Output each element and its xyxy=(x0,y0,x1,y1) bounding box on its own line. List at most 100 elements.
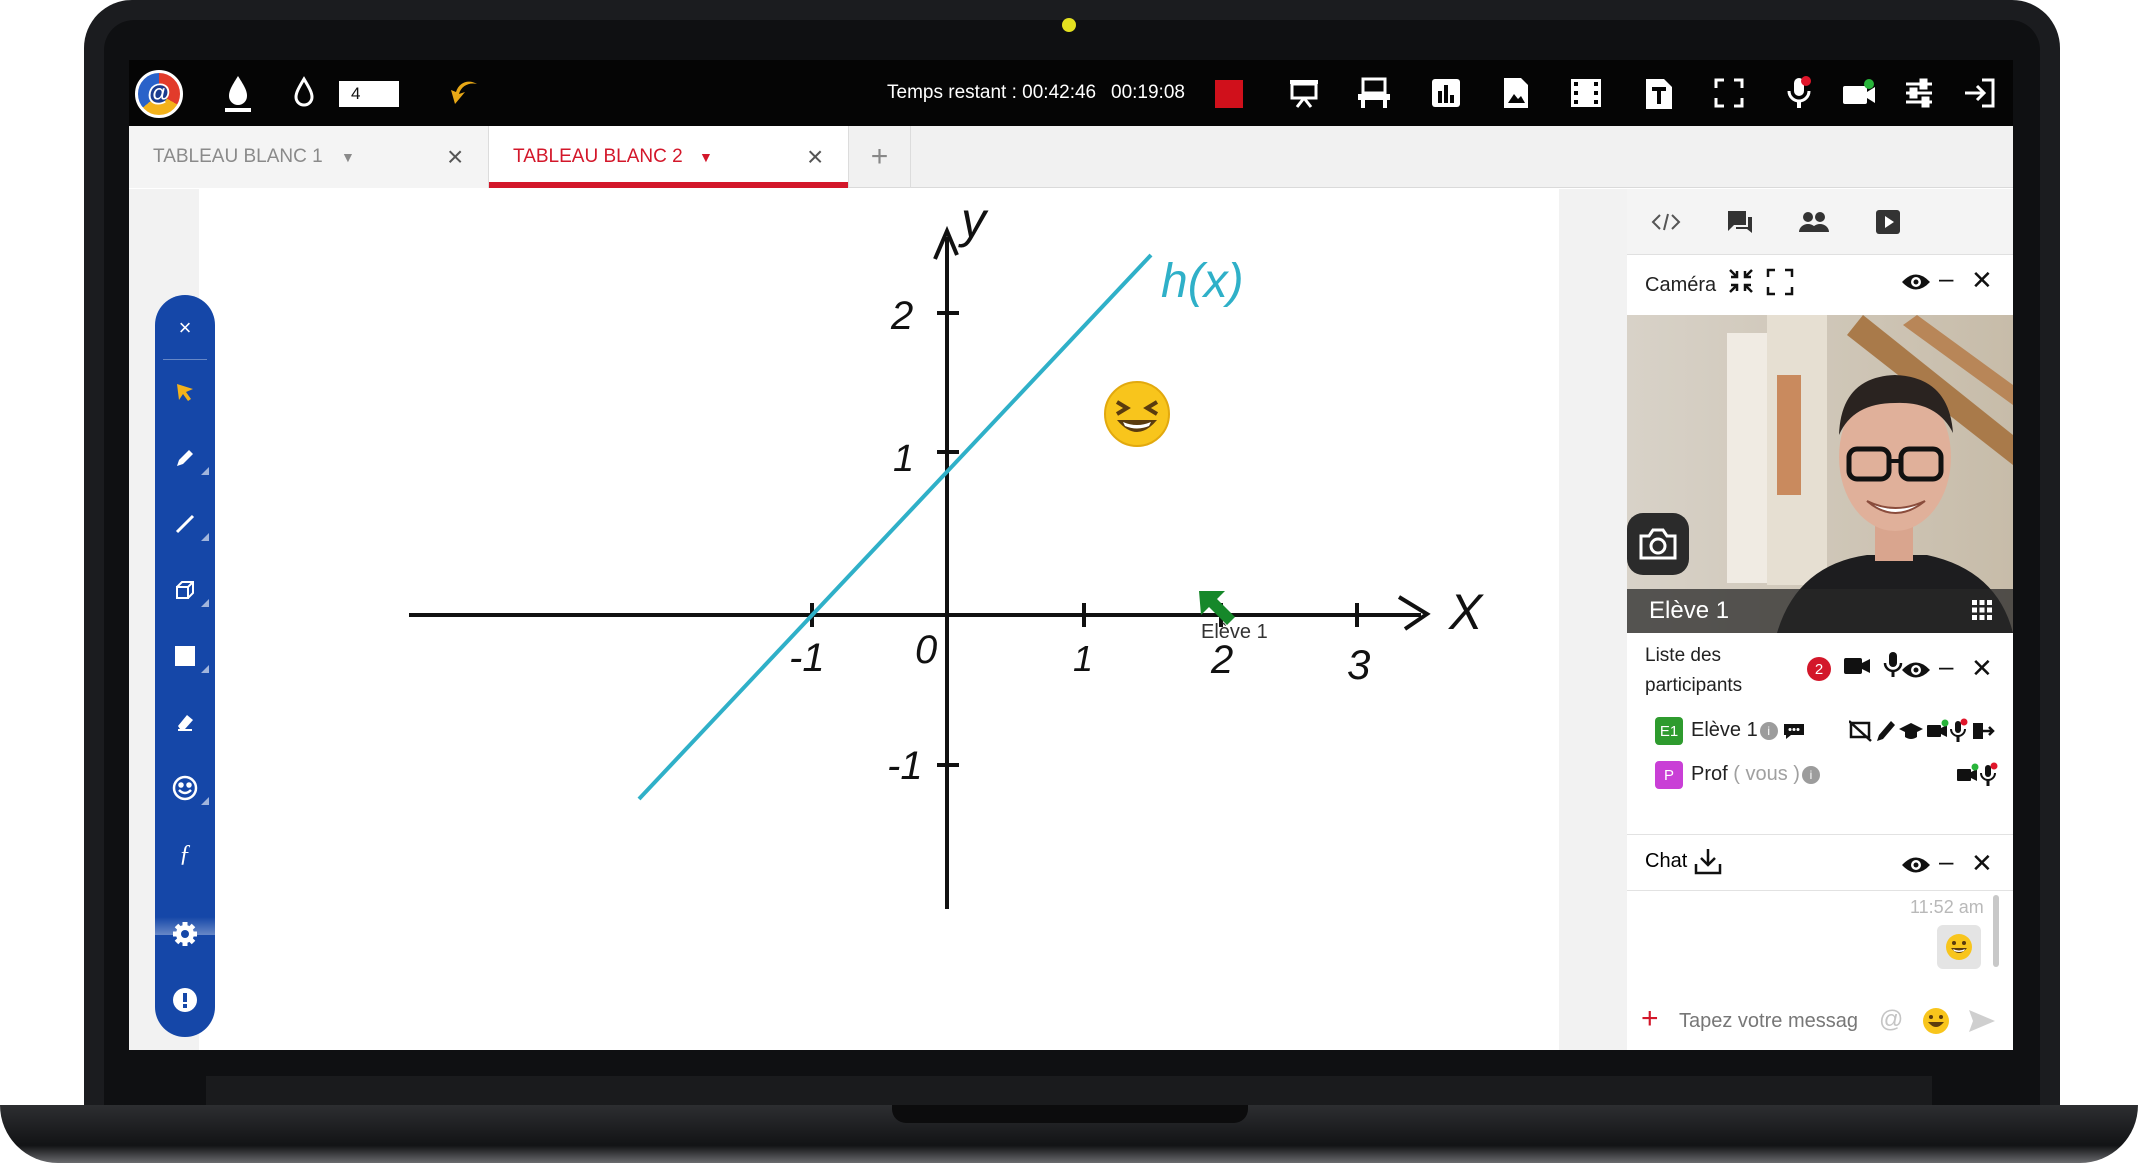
settings-sliders-icon[interactable] xyxy=(1894,60,1944,126)
chat-title: Chat xyxy=(1645,850,1688,872)
thickness-input[interactable]: 4 xyxy=(339,81,399,107)
presentation-board-icon[interactable] xyxy=(1279,60,1329,126)
laughing-emoji-icon xyxy=(1104,381,1170,447)
submenu-indicator xyxy=(201,533,209,541)
image-file-icon[interactable] xyxy=(1491,60,1541,126)
shrink-icon[interactable] xyxy=(1727,267,1755,302)
x-tick-label: 1 xyxy=(1073,638,1093,679)
submenu-indicator xyxy=(201,797,209,805)
remaining-time: Temps restant : 00:42:46 xyxy=(887,82,1097,103)
camera-all-icon[interactable] xyxy=(1843,653,1871,684)
participant-name-text: Elève 1 xyxy=(1691,719,1758,741)
line-icon[interactable] xyxy=(155,499,215,549)
whiteboard-tabs: TABLEAU BLANC 1 ▼ × TABLEAU BLANC 2 ▼ × … xyxy=(129,126,2013,188)
classroom-desk-icon[interactable] xyxy=(1349,60,1399,126)
close-icon[interactable]: × xyxy=(155,303,215,353)
chart-poll-icon[interactable] xyxy=(1421,60,1471,126)
eye-icon[interactable] xyxy=(1901,657,1931,688)
fullscreen-icon[interactable] xyxy=(1704,60,1754,126)
mention-at-icon[interactable]: @ xyxy=(1879,1006,1903,1034)
close-icon[interactable]: × xyxy=(807,141,823,173)
camera-permission-icon xyxy=(1957,763,1979,781)
snapshot-button[interactable] xyxy=(1627,513,1689,575)
graph-drawing: y X h(x) -1 0 1 2 3 2 1 -1 xyxy=(409,192,1484,909)
x-tick-label: 2 xyxy=(1210,638,1233,682)
send-icon[interactable] xyxy=(1967,1008,1997,1034)
tab-whiteboard-1[interactable]: TABLEAU BLANC 1 ▼ × xyxy=(129,126,489,188)
participant-row[interactable]: P Prof ( vous ) i xyxy=(1627,755,2013,795)
laptop-mockup: @ 4 Temps restant : 00:42:46 00:19:08 TA… xyxy=(0,0,2138,1163)
tab-caret-icon[interactable]: ▼ xyxy=(341,149,355,165)
transparency-drop-icon[interactable] xyxy=(279,60,329,126)
pointer-icon[interactable] xyxy=(155,367,215,417)
code-embed-icon[interactable] xyxy=(1631,189,1701,255)
eye-icon[interactable] xyxy=(1901,269,1931,300)
close-icon[interactable]: ✕ xyxy=(1971,653,1993,684)
microphone-all-icon[interactable] xyxy=(1883,651,1903,686)
tools-divider xyxy=(163,359,207,360)
chat-section-header: Chat – ✕ xyxy=(1627,834,2013,890)
chat-bubbles-icon[interactable] xyxy=(1705,189,1775,255)
grid-menu-icon[interactable] xyxy=(1971,599,1993,621)
rectangle-icon[interactable] xyxy=(155,631,215,681)
y-tick-label: 2 xyxy=(890,294,913,338)
ink-color-icon[interactable] xyxy=(213,60,263,126)
info-icon[interactable]: i xyxy=(1801,765,1820,784)
alert-icon[interactable] xyxy=(155,975,215,1025)
eye-icon[interactable] xyxy=(1901,852,1931,883)
video-film-icon[interactable] xyxy=(1561,60,1611,126)
record-stop-button[interactable] xyxy=(1215,80,1243,108)
laptop-notch xyxy=(892,1105,1248,1123)
undo-arrow-icon[interactable] xyxy=(439,60,489,126)
chat-scrollbar[interactable] xyxy=(1993,895,1999,967)
microphone-icon[interactable] xyxy=(1774,60,1824,126)
tab-whiteboard-2[interactable]: TABLEAU BLANC 2 ▼ × xyxy=(489,126,849,188)
gear-icon[interactable] xyxy=(155,909,215,959)
tab-label: TABLEAU BLANC 1 xyxy=(153,146,323,167)
message-icon[interactable] xyxy=(1783,722,1805,740)
whiteboard-canvas[interactable]: y X h(x) -1 0 1 2 3 2 1 -1 Elève 1 xyxy=(199,189,1559,1050)
camera-toggle-icon[interactable] xyxy=(1834,60,1884,126)
chat-message-input[interactable]: Tapez votre messag xyxy=(1679,1010,1859,1033)
participant-row[interactable]: E1 Elève 1i xyxy=(1627,711,2013,751)
participant-name-text: Prof xyxy=(1691,763,1728,785)
expand-icon[interactable] xyxy=(1765,267,1795,304)
close-icon[interactable]: ✕ xyxy=(1971,848,1993,879)
participants-icon[interactable] xyxy=(1779,189,1849,255)
minimize-icon[interactable]: – xyxy=(1939,651,1953,682)
laptop-hinge xyxy=(206,1076,1932,1106)
student-cursor-label: Elève 1 xyxy=(1201,621,1268,643)
right-panel: Caméra – ✕ Elève 1 Liste des participant… xyxy=(1627,189,2013,1050)
chat-input-bar: + Tapez votre messag @ xyxy=(1627,992,2013,1050)
elapsed-time: 00:19:08 xyxy=(1111,82,1185,103)
microphone-permission-icon xyxy=(1980,762,1998,786)
add-tab-button[interactable]: + xyxy=(849,126,911,188)
panel-gutter xyxy=(1559,189,1627,1050)
pen-icon[interactable] xyxy=(155,433,215,483)
close-icon[interactable]: ✕ xyxy=(1971,265,1993,296)
download-icon[interactable] xyxy=(1693,846,1723,883)
participant-controls xyxy=(1848,717,2005,751)
media-play-icon[interactable] xyxy=(1853,189,1923,255)
emoji-picker-icon[interactable] xyxy=(1921,1006,1951,1036)
graduation-cap-icon xyxy=(1899,723,1923,739)
y-tick-label: 1 xyxy=(893,438,914,480)
minimize-icon[interactable]: – xyxy=(1939,846,1953,877)
x-tick-label: 3 xyxy=(1347,641,1370,688)
student-cursor-icon xyxy=(1199,591,1235,625)
participant-you-tag: ( vous ) xyxy=(1733,763,1800,785)
app-logo[interactable]: @ xyxy=(135,70,183,118)
add-attachment-icon[interactable]: + xyxy=(1641,1002,1659,1036)
shape-3d-icon[interactable] xyxy=(155,565,215,615)
y-tick-label: -1 xyxy=(887,744,923,788)
camera-name-bar: Elève 1 xyxy=(1627,589,2013,633)
minimize-icon[interactable]: – xyxy=(1939,263,1953,294)
emoji-icon[interactable] xyxy=(155,763,215,813)
info-icon[interactable]: i xyxy=(1759,721,1778,740)
exit-session-icon[interactable] xyxy=(1954,60,2004,126)
text-document-icon[interactable] xyxy=(1634,60,1684,126)
eraser-icon[interactable] xyxy=(155,697,215,747)
function-icon[interactable]: ƒ xyxy=(155,829,215,879)
tab-caret-icon[interactable]: ▼ xyxy=(699,149,713,165)
close-icon[interactable]: × xyxy=(447,141,463,173)
